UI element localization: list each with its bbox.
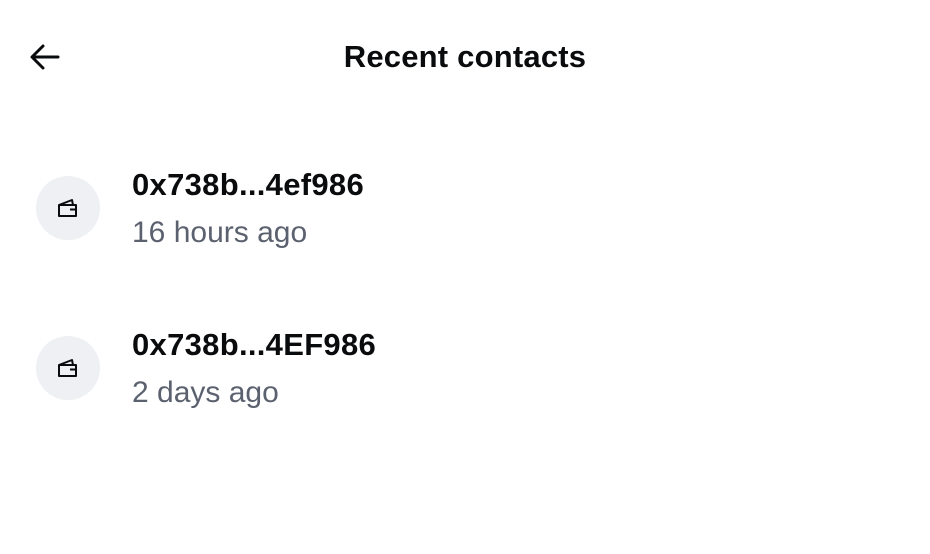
contact-row[interactable]: 0x738b...4ef986 16 hours ago [0,143,930,273]
contact-address: 0x738b...4ef986 [132,167,365,202]
contact-row[interactable]: 0x738b...4EF986 2 days ago [0,303,930,433]
wallet-icon [58,199,77,217]
contact-address: 0x738b...4EF986 [132,327,377,362]
page-title: Recent contacts [343,39,587,74]
contact-timestamp: 2 days ago [132,376,279,409]
recent-contacts-screen: Recent contacts 0x738b...4ef986 16 hours… [0,0,930,554]
avatar [36,176,100,240]
avatar [36,336,100,400]
contact-timestamp: 16 hours ago [132,216,308,249]
header: Recent contacts [0,0,930,115]
wallet-icon [58,359,77,377]
